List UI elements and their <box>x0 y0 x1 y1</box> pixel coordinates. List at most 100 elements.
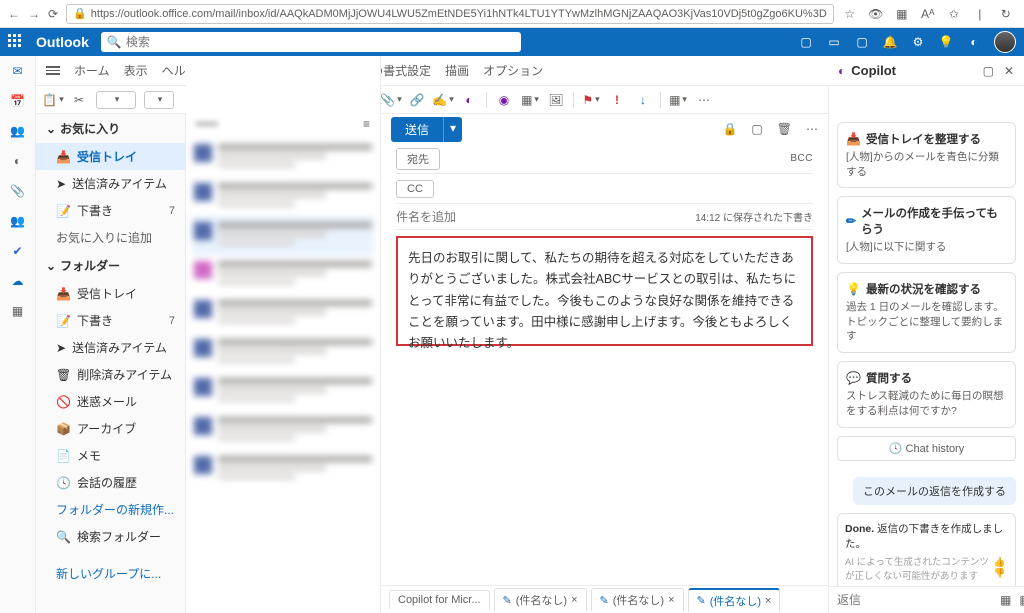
list-item[interactable] <box>192 450 374 489</box>
grid-icon[interactable]: ▦ <box>1019 593 1024 607</box>
grid-icon[interactable]: ▦ <box>894 6 910 22</box>
apps-icon[interactable]: ▦ <box>669 91 687 109</box>
sidebar-item-sent2[interactable]: ➤送信済みアイテム <box>36 334 185 361</box>
people-rail-icon[interactable]: 👥 <box>9 122 27 140</box>
sidebar-item-history[interactable]: 🕓会話の履歴 <box>36 469 185 496</box>
cc-button[interactable]: CC <box>396 180 434 198</box>
sidebar-item-inbox[interactable]: 📥受信トレイ <box>36 143 185 170</box>
avatar[interactable] <box>994 31 1016 53</box>
list-item[interactable] <box>192 255 374 294</box>
sidebar-item-archive[interactable]: 📦アーカイブ <box>36 415 185 442</box>
sidebar-item-sent[interactable]: ➤送信済みアイテム <box>36 170 185 197</box>
address-bar[interactable]: 🔒 https://outlook.office.com/mail/inbox/… <box>66 4 834 24</box>
flag-icon[interactable]: ⚑ <box>582 91 600 109</box>
sidebar-item-drafts2[interactable]: 📝下書き7 <box>36 307 185 334</box>
copilot-rail-icon[interactable]: ◐ <box>9 152 27 170</box>
sidebar-item-notes[interactable]: 📄メモ <box>36 442 185 469</box>
thumbs-up-icon[interactable]: 👍 <box>994 557 1006 568</box>
copilot-input[interactable] <box>837 593 992 607</box>
back-icon[interactable]: ← <box>8 6 20 22</box>
link-icon[interactable]: 🔗 <box>408 91 426 109</box>
calendar-rail-icon[interactable]: 📅 <box>9 92 27 110</box>
new-folder-link[interactable]: フォルダーの新規作... <box>36 496 185 523</box>
list-item[interactable] <box>192 177 374 216</box>
tab-home[interactable]: ホーム <box>74 58 110 83</box>
folders-header[interactable]: ⌄フォルダー <box>36 251 185 280</box>
favorites-header[interactable]: ⌄お気に入り <box>36 114 185 143</box>
list-item[interactable] <box>192 294 374 333</box>
footer-tab-draft2[interactable]: ✎(件名なし)× <box>591 588 684 611</box>
footer-tab-draft3[interactable]: ✎(件名なし)× <box>688 588 781 612</box>
importance-icon[interactable]: ! <box>608 91 626 109</box>
subject-input[interactable] <box>396 210 695 224</box>
clipboard-icon[interactable]: ✂ <box>70 91 88 109</box>
bulb-icon[interactable]: 💡 <box>938 34 954 50</box>
send-button[interactable]: 送信 <box>391 117 443 142</box>
app-launcher-icon[interactable] <box>8 34 24 50</box>
chat-icon[interactable]: ▢ <box>854 34 870 50</box>
add-favorite-link[interactable]: お気に入りに追加 <box>36 224 185 251</box>
list-item[interactable] <box>192 333 374 372</box>
paste-icon[interactable]: 📋 <box>44 91 62 109</box>
tab-view[interactable]: 表示 <box>124 58 148 83</box>
signature-icon[interactable]: ✍ <box>434 91 452 109</box>
more-compose-icon[interactable]: ⋯ <box>806 122 818 136</box>
forward-icon[interactable]: → <box>28 6 40 22</box>
thumbs-down-icon[interactable]: 👎 <box>994 568 1006 579</box>
low-importance-icon[interactable]: ↓ <box>634 91 652 109</box>
attach-icon[interactable]: 📎 <box>382 91 400 109</box>
bell-icon[interactable]: 🔔 <box>882 34 898 50</box>
teams-icon[interactable]: ▭ <box>826 34 842 50</box>
more-icon[interactable]: ⋯ <box>695 91 713 109</box>
copilot-header-icon[interactable]: ◐ <box>966 34 982 50</box>
hamburger-icon[interactable] <box>46 66 60 75</box>
files-rail-icon[interactable]: 📎 <box>9 182 27 200</box>
close-icon[interactable]: × <box>571 594 577 606</box>
picture-icon[interactable]: 🖼 <box>547 91 565 109</box>
search-box[interactable]: 🔍 <box>101 32 521 52</box>
encrypt-icon[interactable]: 🔒 <box>722 122 737 136</box>
copilot-card-status[interactable]: 💡最新の状況を確認する 過去 1 日のメールを確認します。トピックごとに整理して… <box>837 272 1016 353</box>
list-item[interactable] <box>192 138 374 177</box>
send-dropdown[interactable]: ▾ <box>443 117 462 142</box>
sidebar-item-search-folder[interactable]: 🔍検索フォルダー <box>36 523 185 550</box>
more-apps-rail-icon[interactable]: ▦ <box>9 302 27 320</box>
bcc-link[interactable]: BCC <box>790 153 813 164</box>
meet-icon[interactable]: ▢ <box>798 34 814 50</box>
mail-rail-icon[interactable]: ✉ <box>9 62 27 80</box>
sidebar-item-inbox2[interactable]: 📥受信トレイ <box>36 280 185 307</box>
footer-tab-draft1[interactable]: ✎(件名なし)× <box>494 588 587 611</box>
search-input[interactable] <box>126 35 515 49</box>
attach-icon[interactable]: ▦ <box>1000 593 1011 607</box>
tab-options[interactable]: オプション <box>483 58 543 83</box>
tab-draw[interactable]: 描画 <box>445 58 469 83</box>
list-item[interactable] <box>192 411 374 450</box>
footer-tab-copilot[interactable]: Copilot for Micr... <box>389 590 490 609</box>
popout-icon[interactable]: ▢ <box>751 122 762 136</box>
copilot-card-organize[interactable]: 📥受信トレイを整理する [人物]からのメールを青色に分類する <box>837 122 1016 188</box>
loop-icon[interactable]: ◉ <box>495 91 513 109</box>
discard-icon[interactable]: 🗑 <box>777 122 792 136</box>
fontsize-dropdown[interactable] <box>144 91 174 109</box>
to-button[interactable]: 宛先 <box>396 148 440 170</box>
eye-icon[interactable]: 👁 <box>868 6 884 22</box>
close-icon[interactable]: ✕ <box>1004 64 1014 78</box>
copilot-card-compose[interactable]: ✏メールの作成を手伝ってもらう [人物]に以下に関する <box>837 196 1016 264</box>
close-icon[interactable]: × <box>765 595 771 607</box>
teams-rail-icon[interactable]: 👥 <box>9 212 27 230</box>
popout-icon[interactable]: ▢ <box>983 64 994 78</box>
sidebar-item-drafts[interactable]: 📝下書き7 <box>36 197 185 224</box>
gear-icon[interactable]: ⚙ <box>910 34 926 50</box>
close-icon[interactable]: × <box>668 594 674 606</box>
filter-icon[interactable]: ≡ <box>363 117 370 131</box>
font-dropdown[interactable] <box>96 91 136 109</box>
email-body[interactable]: 先日のお取引に関して、私たちの期待を超える対応をしていただきありがとうございまし… <box>396 236 813 346</box>
list-item[interactable] <box>192 372 374 411</box>
copilot-card-ask[interactable]: 💬質問する ストレス軽減のために毎日の瞑想をする利点は何ですか? <box>837 361 1016 427</box>
text-icon[interactable]: Aᴬ <box>920 6 936 22</box>
sidebar-item-junk[interactable]: 🚫迷惑メール <box>36 388 185 415</box>
table-icon[interactable]: ▦ <box>521 91 539 109</box>
star-icon[interactable]: ☆ <box>842 6 858 22</box>
onedrive-rail-icon[interactable]: ☁ <box>9 272 27 290</box>
refresh-icon[interactable]: ⟳ <box>48 6 58 22</box>
